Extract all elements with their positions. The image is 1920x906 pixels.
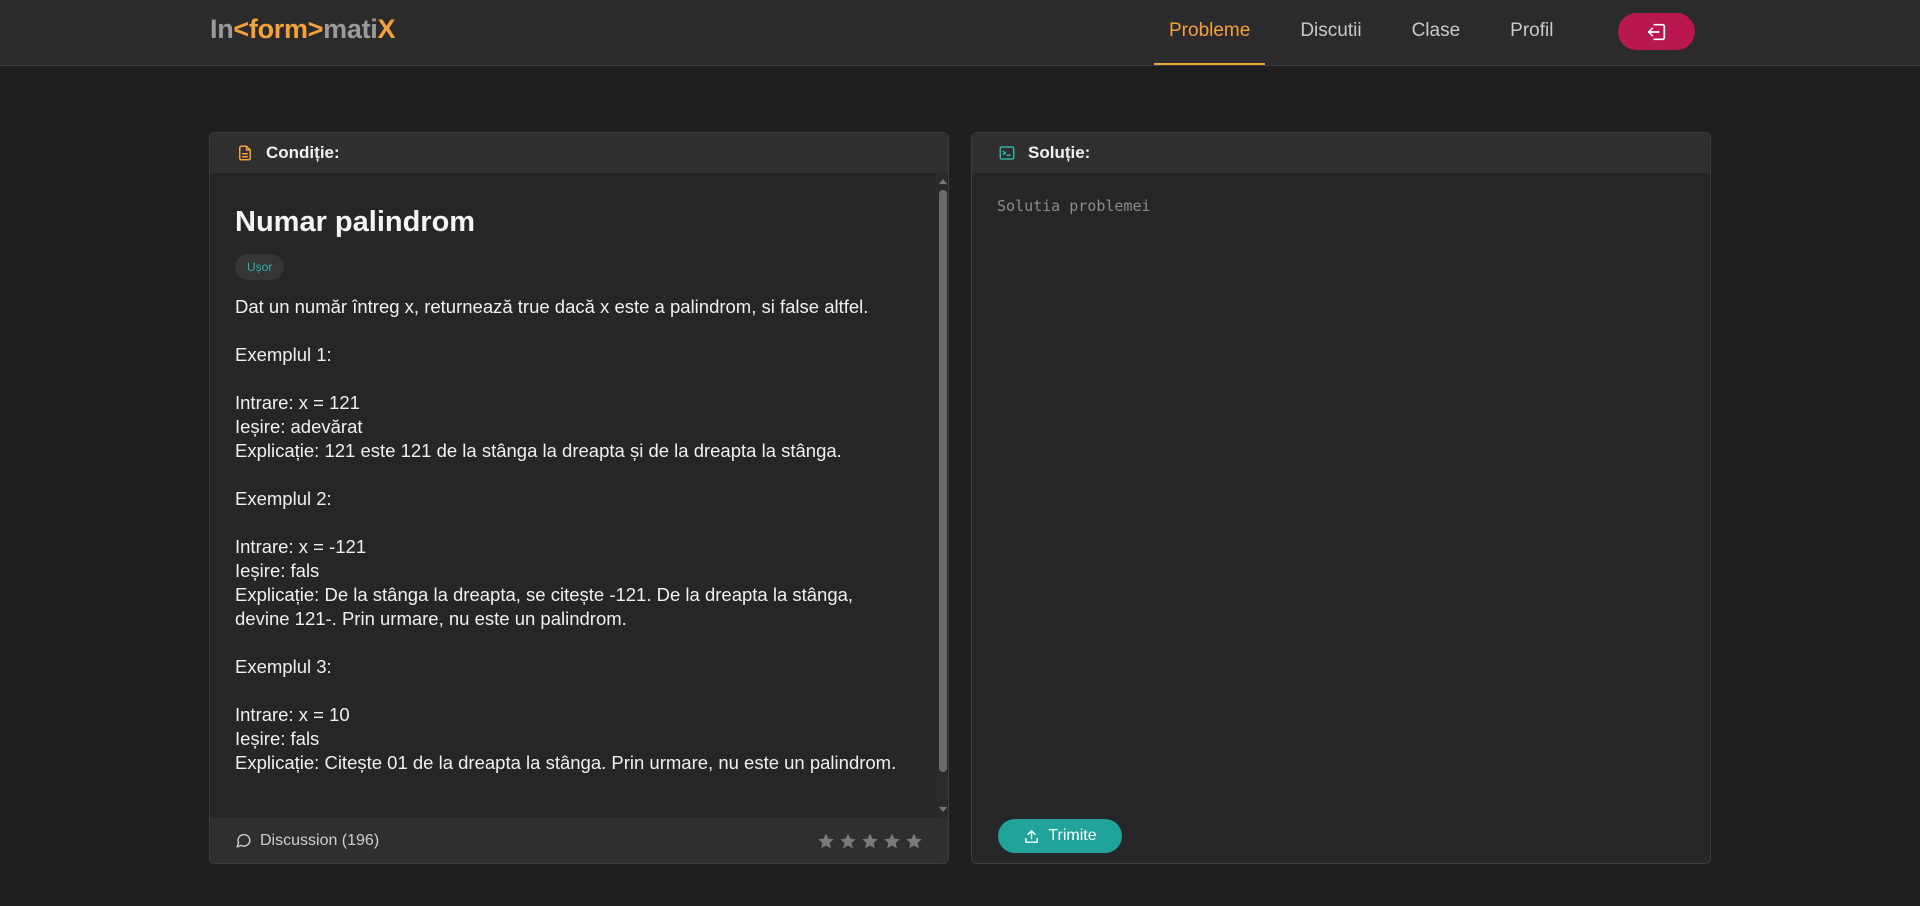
star-icon[interactable] [817,832,835,850]
top-navbar: In<form>matiX Probleme Discutii Clase Pr… [0,0,1920,66]
submit-button[interactable]: Trimite [998,819,1122,853]
nav-item-clase[interactable]: Clase [1397,0,1476,65]
document-icon [236,144,254,162]
difficulty-badge: Ușor [235,254,285,280]
editor-placeholder: Solutia problemei [997,197,1151,215]
condition-panel-header: Condiție: [210,133,948,173]
main-nav: Probleme Discutii Clase Profil [1154,0,1588,65]
solution-code-editor[interactable]: Solutia problemei [972,173,1710,813]
rating-stars [817,832,923,850]
star-icon[interactable] [861,832,879,850]
nav-item-profil[interactable]: Profil [1495,0,1568,65]
discussion-link[interactable]: Discussion (196) [235,832,379,850]
terminal-icon [998,144,1016,162]
solution-panel-header: Soluție: [972,133,1710,173]
solution-panel: Soluție: Solutia problemei Trimite [971,132,1711,864]
scroll-up-arrow-icon[interactable] [939,179,947,184]
star-icon[interactable] [883,832,901,850]
problem-title: Numar palindrom [235,206,476,238]
submit-label: Trimite [1048,827,1097,844]
logo-text-part2: <form> [233,14,324,44]
logo-text-part4: X [377,14,396,44]
scroll-down-arrow-icon[interactable] [939,807,947,812]
comment-icon [235,832,260,849]
scroll-thumb[interactable] [939,190,947,772]
star-icon[interactable] [839,832,857,850]
solution-panel-title: Soluție: [1028,143,1091,162]
condition-panel-title: Condiție: [266,143,340,162]
condition-panel: Condiție: Numar palindrom Ușor Dat un nu… [209,132,949,864]
upload-icon [1023,828,1048,845]
condition-panel-footer: Discussion (196) [210,818,948,863]
nav-item-discutii[interactable]: Discutii [1285,0,1376,65]
problem-statement: Dat un număr întreg x, returnează true d… [235,296,897,773]
discussion-label: Discussion (196) [260,831,380,849]
nav-item-probleme[interactable]: Probleme [1154,0,1266,65]
logout-button[interactable] [1618,13,1695,50]
app-logo[interactable]: In<form>matiX [210,14,395,45]
problem-statement-area[interactable]: Numar palindrom Ușor Dat un număr întreg… [210,173,936,818]
logo-text-part3: mati [323,14,378,44]
statement-scrollbar[interactable] [936,173,948,818]
logout-icon [1646,21,1668,43]
star-icon[interactable] [905,832,923,850]
logo-text-part1: In [210,14,234,44]
